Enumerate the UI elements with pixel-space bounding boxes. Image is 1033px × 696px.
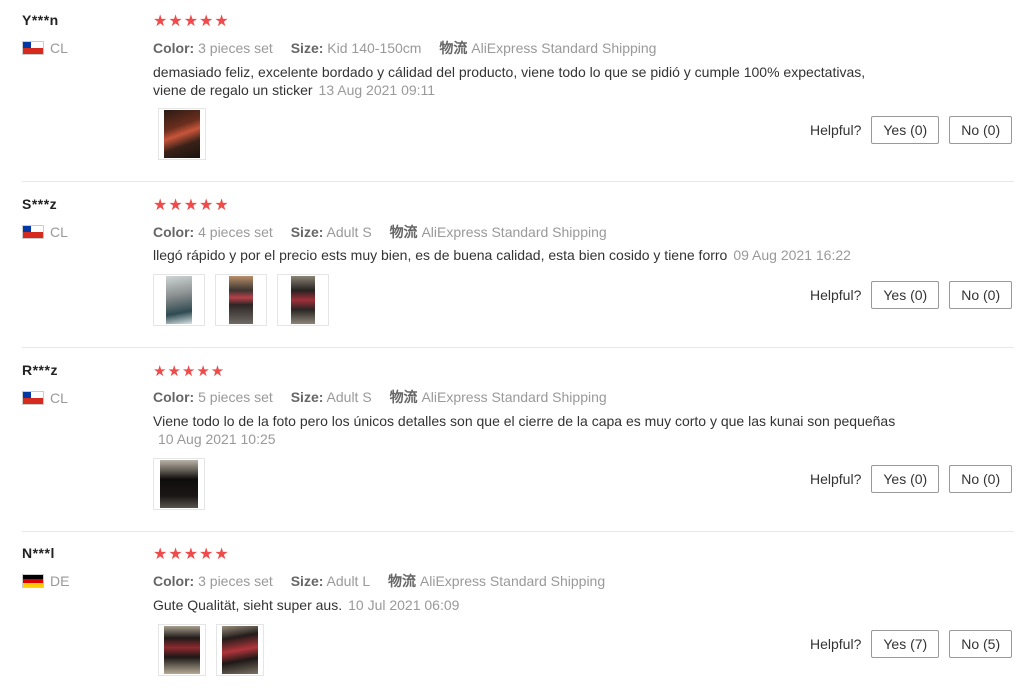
review-date: 13 Aug 2021 09:11 xyxy=(318,82,436,98)
review-photo-thumbnail[interactable] xyxy=(215,274,267,326)
star-rating: ★★★★★ xyxy=(153,363,226,380)
shipping-value: AliExpress Standard Shipping xyxy=(419,573,606,589)
review-text-line: Viene todo lo de la foto pero los únicos… xyxy=(153,413,896,429)
review-photo-thumbnail[interactable] xyxy=(158,108,206,160)
color-key: Color: xyxy=(153,573,195,589)
chile-flag-icon xyxy=(22,41,44,55)
shipping-key: 物流 xyxy=(389,389,418,405)
color-value: 3 pieces set xyxy=(198,40,273,56)
helpful-yes-button[interactable]: Yes (0) xyxy=(871,116,940,144)
review-item: S***z CL ★★★★★ Color: 4 pieces set Size:… xyxy=(0,182,1016,347)
color-key: Color: xyxy=(153,389,195,405)
review-date: 10 Aug 2021 10:25 xyxy=(158,431,276,447)
helpful-no-button[interactable]: No (0) xyxy=(949,116,1013,144)
review-meta: Color: 3 pieces set Size: Adult L 物流 Ali… xyxy=(153,571,605,591)
photo-image xyxy=(291,276,315,324)
color-value: 3 pieces set xyxy=(198,573,273,589)
review-photo-thumbnail[interactable] xyxy=(216,624,264,676)
review-date: 10 Jul 2021 06:09 xyxy=(348,597,460,613)
helpful-label: Helpful? xyxy=(810,636,862,652)
shipping-value: AliExpress Standard Shipping xyxy=(421,224,607,240)
chile-flag-icon xyxy=(22,391,44,405)
review-photos xyxy=(153,274,329,326)
color-value: 4 pieces set xyxy=(198,224,273,240)
size-key: Size: xyxy=(290,224,324,240)
photo-image xyxy=(222,626,258,674)
star-rating: ★★★★★ xyxy=(153,546,230,563)
helpful-no-button[interactable]: No (0) xyxy=(949,465,1013,493)
review-item: R***z CL ★★★★★ Color: 5 pieces set Size:… xyxy=(0,348,1016,531)
review-text-line: viene de regalo un sticker xyxy=(153,82,313,98)
helpful-yes-button[interactable]: Yes (0) xyxy=(871,465,940,493)
germany-flag-icon xyxy=(22,574,44,588)
reviewer-name: N***l xyxy=(22,545,55,561)
shipping-value: AliExpress Standard Shipping xyxy=(421,389,607,405)
shipping-key: 物流 xyxy=(439,40,468,56)
review-meta: Color: 5 pieces set Size: Adult S 物流 Ali… xyxy=(153,387,607,407)
photo-image xyxy=(229,276,253,324)
helpful-votes: Helpful? Yes (0) No (0) xyxy=(810,281,1013,309)
review-text-line: demasiado feliz, excelente bordado y cál… xyxy=(153,64,866,80)
review-photo-thumbnail[interactable] xyxy=(158,624,206,676)
reviewer-country: CL xyxy=(22,224,68,240)
country-code: CL xyxy=(50,390,68,406)
star-rating: ★★★★★ xyxy=(153,197,230,214)
color-key: Color: xyxy=(153,224,195,240)
country-code: CL xyxy=(50,224,68,240)
size-key: Size: xyxy=(290,389,324,405)
reviewer-country: DE xyxy=(22,573,69,589)
helpful-votes: Helpful? Yes (7) No (5) xyxy=(810,630,1013,658)
helpful-yes-button[interactable]: Yes (0) xyxy=(871,281,940,309)
size-key: Size: xyxy=(290,40,324,56)
reviewer-country: CL xyxy=(22,40,68,56)
shipping-value: AliExpress Standard Shipping xyxy=(471,40,657,56)
review-photos xyxy=(153,458,205,510)
review-meta: Color: 3 pieces set Size: Kid 140-150cm … xyxy=(153,38,656,58)
review-text: demasiado feliz, excelente bordado y cál… xyxy=(153,63,893,99)
shipping-key: 物流 xyxy=(389,224,418,240)
review-photo-thumbnail[interactable] xyxy=(153,274,205,326)
helpful-label: Helpful? xyxy=(810,122,862,138)
helpful-label: Helpful? xyxy=(810,287,862,303)
reviewer-name: S***z xyxy=(22,196,58,212)
helpful-votes: Helpful? Yes (0) No (0) xyxy=(810,465,1013,493)
shipping-key: 物流 xyxy=(388,573,417,589)
helpful-votes: Helpful? Yes (0) No (0) xyxy=(810,116,1013,144)
chile-flag-icon xyxy=(22,225,44,239)
reviewer-name: Y***n xyxy=(22,12,59,28)
size-value: Adult S xyxy=(326,389,372,405)
review-text-line: llegó rápido y por el precio ests muy bi… xyxy=(153,247,728,263)
review-photos xyxy=(158,108,206,160)
country-code: DE xyxy=(50,573,70,589)
size-value: Kid 140-150cm xyxy=(327,40,422,56)
country-code: CL xyxy=(50,40,68,56)
review-item: Y***n CL ★★★★★ Color: 3 pieces set Size:… xyxy=(0,0,1016,181)
photo-image xyxy=(164,626,200,674)
review-photo-thumbnail[interactable] xyxy=(277,274,329,326)
review-photo-thumbnail[interactable] xyxy=(153,458,205,510)
size-value: Adult L xyxy=(326,573,371,589)
review-photos xyxy=(158,624,264,676)
helpful-no-button[interactable]: No (0) xyxy=(949,281,1013,309)
photo-image xyxy=(160,460,198,508)
helpful-label: Helpful? xyxy=(810,471,862,487)
star-rating: ★★★★★ xyxy=(153,13,230,30)
review-text: Viene todo lo de la foto pero los únicos… xyxy=(153,412,953,448)
photo-image xyxy=(166,276,192,324)
review-date: 09 Aug 2021 16:22 xyxy=(733,247,851,263)
review-meta: Color: 4 pieces set Size: Adult S 物流 Ali… xyxy=(153,222,607,242)
reviewer-country: CL xyxy=(22,390,68,406)
review-text-line: Gute Qualität, sieht super aus. xyxy=(153,597,343,613)
photo-image xyxy=(164,110,200,158)
reviewer-name: R***z xyxy=(22,362,58,378)
size-value: Adult S xyxy=(326,224,372,240)
color-value: 5 pieces set xyxy=(198,389,273,405)
helpful-no-button[interactable]: No (5) xyxy=(949,630,1013,658)
color-key: Color: xyxy=(153,40,195,56)
size-key: Size: xyxy=(290,573,324,589)
review-text: llegó rápido y por el precio ests muy bi… xyxy=(153,246,893,264)
helpful-yes-button[interactable]: Yes (7) xyxy=(871,630,940,658)
review-text: Gute Qualität, sieht super aus. 10 Jul 20… xyxy=(153,596,893,614)
review-item: N***l DE ★★★★★ Color: 3 pieces set Size:… xyxy=(0,532,1016,696)
